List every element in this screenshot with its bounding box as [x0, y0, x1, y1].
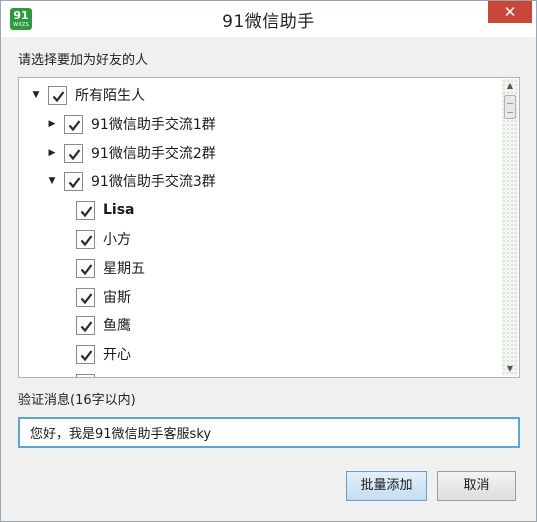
expanded-arrow-icon[interactable]: ▼: [47, 176, 57, 186]
batch-add-button[interactable]: 批量添加: [346, 471, 427, 501]
tree-node-label: 91微信助手交流1群: [91, 117, 216, 133]
checkbox-member[interactable]: [76, 287, 95, 307]
collapsed-arrow-icon[interactable]: ▶: [47, 148, 57, 158]
add-friends-dialog: 91 WXZS 91微信助手 ✕ 请选择要加为好友的人 ▼ 所有陌生人 ▶ 91…: [0, 0, 537, 522]
close-icon: ✕: [503, 3, 517, 21]
tree-node-member[interactable]: 星期五: [76, 254, 145, 282]
checkbox-member[interactable]: [76, 200, 95, 220]
tree-node-label: 91微信助手交流3群: [91, 174, 216, 190]
checkmark-icon: [68, 119, 81, 131]
scrollbar-thumb[interactable]: [504, 95, 516, 119]
tree-node-label: 宙斯: [103, 290, 131, 306]
tree-node-group[interactable]: ▶ 91微信助手交流2群: [47, 139, 216, 167]
tree-node-member[interactable]: 开心: [76, 340, 131, 368]
checkbox-root[interactable]: [48, 85, 67, 105]
title-bar: 91 WXZS 91微信助手 ✕: [1, 1, 536, 37]
window-title: 91微信助手: [222, 12, 315, 32]
checkbox-group[interactable]: [64, 143, 83, 163]
scroll-down-arrow-icon[interactable]: ▼: [502, 362, 518, 376]
checkmark-icon: [80, 263, 93, 275]
checkmark-icon: [52, 90, 65, 102]
tree-node-root[interactable]: ▼ 所有陌生人: [31, 81, 145, 109]
checkmark-icon: [68, 148, 81, 160]
verification-message-input[interactable]: [18, 417, 520, 448]
tree-node-label: 小方: [103, 232, 131, 248]
tree-node-member[interactable]: 小方: [76, 225, 131, 253]
scroll-up-arrow-icon[interactable]: ▲: [502, 79, 518, 93]
checkmark-icon: [80, 205, 93, 217]
close-button[interactable]: ✕: [488, 1, 532, 23]
tree-node-member[interactable]: 宙斯: [76, 283, 131, 311]
cancel-button[interactable]: 取消: [437, 471, 516, 501]
checkmark-icon: [80, 320, 93, 332]
checkbox-member[interactable]: [76, 258, 95, 278]
contact-tree[interactable]: ▼ 所有陌生人 ▶ 91微信助手交流1群 ▶ 91微信助手交流2群 ▼ 91微信…: [18, 77, 520, 378]
checkbox-member[interactable]: [76, 373, 95, 377]
tree-scrollbar[interactable]: ▲ ▼: [502, 79, 518, 376]
tree-node-label: 所有陌生人: [75, 88, 145, 104]
checkmark-icon: [80, 292, 93, 304]
checkbox-group[interactable]: [64, 114, 83, 134]
checkbox-group[interactable]: [64, 171, 83, 191]
tree-node-label: Lisa: [103, 202, 135, 218]
tree-node-member-partial[interactable]: [76, 369, 103, 377]
tree-node-label: 鱼鹰: [103, 318, 131, 334]
expanded-arrow-icon[interactable]: ▼: [31, 90, 41, 100]
checkmark-icon: [80, 234, 93, 246]
checkbox-member[interactable]: [76, 344, 95, 364]
tree-node-label: 91微信助手交流2群: [91, 146, 216, 162]
collapsed-arrow-icon[interactable]: ▶: [47, 119, 57, 129]
tree-node-member[interactable]: Lisa: [76, 196, 135, 224]
checkbox-member[interactable]: [76, 229, 95, 249]
checkmark-icon: [80, 349, 93, 361]
tree-node-label: 星期五: [103, 261, 145, 277]
verification-message-label: 验证消息(16字以内): [18, 393, 136, 408]
tree-node-group[interactable]: ▼ 91微信助手交流3群: [47, 167, 216, 195]
tree-node-label: 开心: [103, 347, 131, 363]
checkmark-icon: [68, 176, 81, 188]
checkbox-member[interactable]: [76, 315, 95, 335]
tree-node-group[interactable]: ▶ 91微信助手交流1群: [47, 110, 216, 138]
tree-node-member[interactable]: 鱼鹰: [76, 311, 131, 339]
select-prompt-label: 请选择要加为好友的人: [18, 53, 149, 68]
